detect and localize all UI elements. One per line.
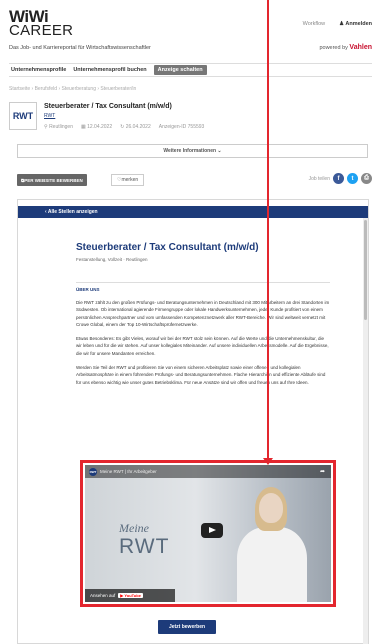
about-paragraph-1: Die RWT zählt zu den großen Prüfungs- un…: [76, 300, 330, 327]
page: WiWi CAREER Workflow ♟ Anmelden Das Job-…: [0, 0, 382, 644]
about-paragraph-2: Etwas Besonderes: Es gibt Vieles, worauf…: [76, 336, 329, 356]
powered-by: powered by Vahlen: [319, 44, 372, 51]
job-listing-frame: ‹ Alle Stellen anzeigen Steuerberater / …: [17, 199, 369, 644]
breadcrumb[interactable]: Startseite › Berufsfeld › Steuerberatung…: [9, 86, 136, 92]
logo-career: CAREER: [9, 22, 74, 39]
annotation-arrow-head: [263, 458, 273, 465]
share-bar: Job teilen f t ⎙: [309, 173, 372, 184]
location-label: Reutlingen: [49, 124, 73, 130]
watch-on-label: Ansehen auf: [90, 593, 116, 598]
listing-content: Steuerberater / Tax Consultant (m/w/d) F…: [76, 242, 330, 386]
powered-prefix: powered by: [319, 45, 348, 51]
company-logo[interactable]: RWT: [9, 102, 37, 130]
apply-website-button[interactable]: ⧉ PER WEBSITE BEWERBEN: [17, 174, 87, 186]
chevron-down-icon: ⌄: [216, 148, 222, 154]
print-icon[interactable]: ⎙: [361, 173, 372, 184]
youtube-video[interactable]: RWT Meine RWT | Ihr Arbeitgeber ➦ Meine …: [85, 465, 331, 602]
header-links: Workflow ♟ Anmelden: [303, 21, 372, 27]
play-icon[interactable]: [201, 523, 223, 538]
youtube-label: YouTube: [124, 593, 141, 598]
divider: [76, 282, 330, 283]
scrollbar-thumb[interactable]: [364, 220, 367, 320]
back-to-all-jobs[interactable]: ‹ Alle Stellen anzeigen: [18, 206, 368, 218]
youtube-logo: ▶ YouTube: [118, 593, 143, 598]
youtube-play-icon: ▶: [120, 593, 124, 598]
person-body: [237, 527, 307, 602]
job-title: Steuerberater / Tax Consultant (m/w/d): [44, 103, 172, 110]
video-person-image: [231, 487, 313, 602]
ad-id: Anzeigen-ID 755593: [158, 124, 205, 130]
scrollbar[interactable]: [363, 218, 368, 644]
location: ⚲ Reutlingen: [44, 124, 73, 130]
share-label: Job teilen: [308, 175, 330, 182]
tagline: Das Job- und Karriereportal für Wirtscha…: [9, 45, 151, 51]
listing-title: Steuerberater / Tax Consultant (m/w/d): [76, 242, 259, 253]
bookmark-label: merken: [121, 177, 139, 183]
subnav-company-profiles[interactable]: Unternehmensprofile: [11, 67, 66, 73]
bookmark-button[interactable]: ♡ merken: [111, 174, 145, 186]
wiwi-career-logo[interactable]: WiWi CAREER: [9, 8, 73, 38]
twitter-icon[interactable]: t: [347, 173, 358, 184]
section-heading: ÜBER UNS: [76, 287, 100, 292]
watch-on-youtube[interactable]: Ansehen auf ▶ YouTube: [85, 589, 175, 602]
annotation-arrow-line: [267, 0, 269, 463]
person-head: [259, 493, 283, 523]
apply-now-button[interactable]: Jetzt bewerben: [158, 620, 216, 634]
nav-link[interactable]: Workflow: [303, 21, 326, 27]
job-header: RWT Steuerberater / Tax Consultant (m/w/…: [9, 102, 372, 138]
facebook-icon[interactable]: f: [333, 173, 344, 184]
date-posted-label: 12.04.2022: [87, 124, 113, 130]
video-meine-text: Meine: [119, 521, 149, 535]
login-label: Anmelden: [345, 21, 372, 27]
video-title-bar: RWT Meine RWT | Ihr Arbeitgeber ➦: [85, 465, 331, 478]
about-paragraph-3: Werden Sie Teil der RWT und profitieren …: [76, 365, 326, 385]
video-title[interactable]: Meine RWT | Ihr Arbeitgeber: [100, 469, 157, 474]
post-ad-button[interactable]: Anzeige schalten: [153, 65, 207, 75]
video-rwt-text: RWT: [119, 535, 170, 558]
company-link[interactable]: RWT: [44, 113, 55, 119]
login-link[interactable]: ♟ Anmelden: [339, 21, 372, 27]
sub-navigation: Unternehmensprofile Unternehmensprofil b…: [9, 63, 372, 77]
share-arrow-icon[interactable]: ➦: [320, 468, 325, 475]
more-info-label: Weitere Informationen: [163, 148, 217, 154]
date-updated: ↻ 26.04.2022: [120, 124, 151, 130]
apply-website-label: PER WEBSITE BEWERBEN: [24, 177, 83, 183]
video-highlight-box: RWT Meine RWT | Ihr Arbeitgeber ➦ Meine …: [80, 460, 336, 607]
more-info-button[interactable]: Weitere Informationen ⌄: [17, 144, 368, 158]
subnav-book-profile[interactable]: Unternehmensprofil buchen: [73, 67, 146, 73]
date-posted: ▦ 12.04.2022: [81, 124, 112, 130]
channel-avatar[interactable]: RWT: [89, 468, 97, 476]
date-updated-label: 26.04.2022: [125, 124, 151, 130]
listing-subtitle: Festanstellung, Vollzeit · Reutlingen: [76, 257, 148, 262]
action-row: ⧉ PER WEBSITE BEWERBEN ♡ merken Job teil…: [17, 173, 372, 188]
vahlen-logo[interactable]: Vahlen: [349, 44, 372, 51]
job-meta: ⚲ Reutlingen ▦ 12.04.2022 ↻ 26.04.2022 A…: [44, 124, 204, 130]
